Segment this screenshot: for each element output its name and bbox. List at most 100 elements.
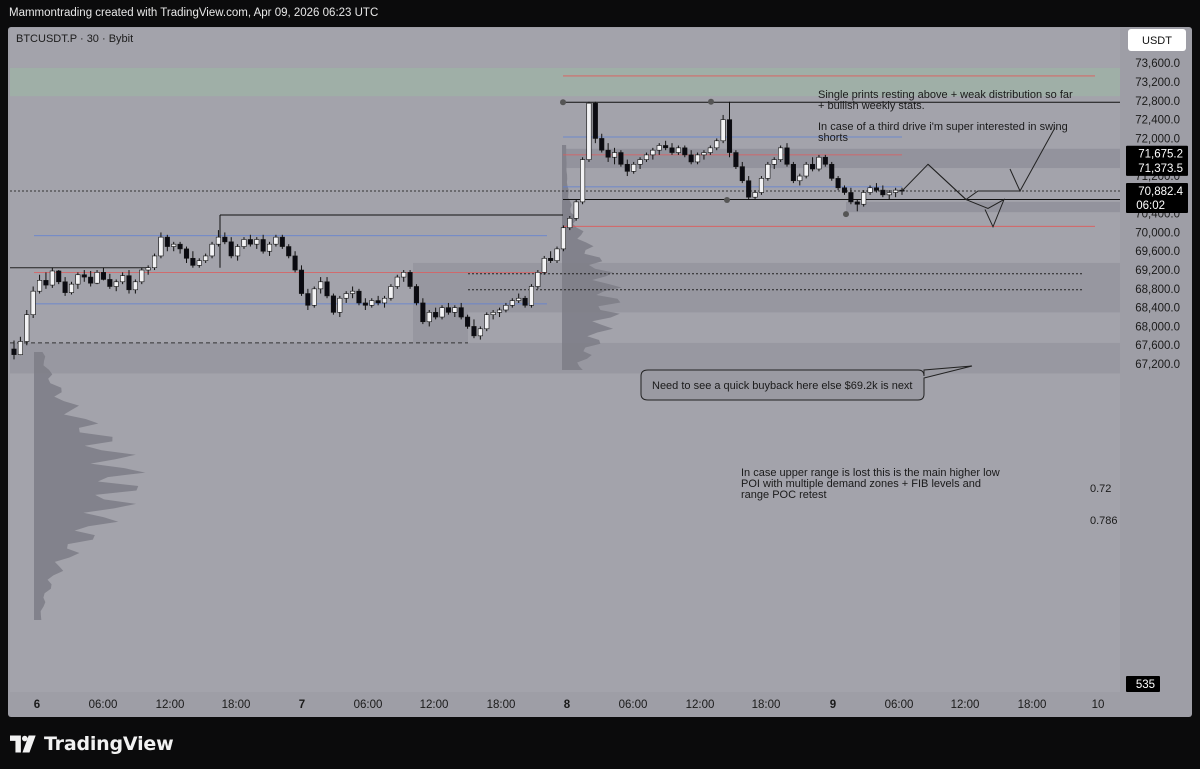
y-tick-label: 68,000.0 <box>1135 321 1180 333</box>
candle-body <box>580 159 586 203</box>
candle-body <box>458 307 464 318</box>
candle-body <box>94 272 100 284</box>
candle-body <box>714 140 720 149</box>
candle-body <box>541 257 547 273</box>
y-tick-label: 70,000.0 <box>1135 227 1180 239</box>
pivot-marker <box>843 211 849 218</box>
candle-body <box>445 307 451 313</box>
symbol-label: BTCUSDT.P · 30 · Bybit <box>16 33 133 45</box>
zone-demand <box>846 201 1120 213</box>
y-tick-label: 72,400.0 <box>1135 115 1180 127</box>
candle-body <box>139 269 145 283</box>
x-tick-label: 12:00 <box>951 699 980 711</box>
candle-body <box>43 280 49 286</box>
x-tick-label: 18:00 <box>752 699 781 711</box>
candle-body <box>816 156 822 170</box>
candle-body <box>573 201 579 219</box>
candle-body <box>873 187 879 191</box>
candle-body <box>62 281 68 293</box>
tradingview-logo-icon <box>10 735 36 753</box>
candle-body <box>637 159 643 165</box>
candle-body <box>490 312 496 315</box>
y-tick-label: 72,800.0 <box>1135 96 1180 108</box>
candle-body <box>394 276 400 287</box>
candle-body <box>605 149 611 158</box>
candle-body <box>790 163 796 182</box>
candle-body <box>30 290 36 315</box>
candle-body <box>75 274 81 285</box>
x-tick-label: 12:00 <box>686 699 715 711</box>
candle-body <box>503 304 509 311</box>
candle-body <box>599 138 605 151</box>
candle-body <box>267 243 273 252</box>
candle-body <box>778 147 784 160</box>
candle-body <box>861 192 867 205</box>
candle-body <box>509 300 515 306</box>
candle-body <box>113 281 119 287</box>
candle-body <box>37 280 43 292</box>
candle-body <box>305 293 311 306</box>
fib-0786-label: 0.786 <box>1090 515 1118 527</box>
x-tick-label: 06:00 <box>619 699 648 711</box>
x-tick-label: 6 <box>34 699 40 711</box>
candle-body <box>183 248 190 259</box>
candle-body <box>522 297 528 306</box>
note-top-line-4: shorts <box>818 132 848 144</box>
candle-body <box>618 152 624 165</box>
candle-body <box>701 152 707 156</box>
candle-body <box>611 152 618 158</box>
brand-name: TradingView <box>44 733 174 755</box>
pivot-marker <box>708 98 714 105</box>
candle-body <box>867 187 873 193</box>
note-low-line-3: range POC retest <box>741 489 827 501</box>
candle-body <box>758 178 764 193</box>
candle-body <box>132 281 138 291</box>
candle-body <box>318 281 324 290</box>
candle-body <box>88 276 94 284</box>
x-tick-label: 7 <box>299 699 305 711</box>
candle-body <box>164 236 170 247</box>
candle-body <box>254 239 260 245</box>
y-tick-label: 67,600.0 <box>1135 340 1180 352</box>
candle-body <box>100 272 106 280</box>
candle-body <box>567 218 573 229</box>
x-tick-label: 12:00 <box>420 699 449 711</box>
candle-body <box>375 300 381 304</box>
candle-body <box>279 236 285 247</box>
candle-body <box>528 286 535 306</box>
candle-body <box>209 243 215 257</box>
candle-body <box>688 154 694 163</box>
chart-svg[interactable]: Need to see a quick buyback here else $6… <box>0 0 1200 769</box>
candle-body <box>893 189 899 193</box>
candle-body <box>624 163 630 172</box>
candle-body <box>650 149 656 156</box>
candle-body <box>388 286 394 299</box>
y-tick-label: 68,800.0 <box>1135 284 1180 296</box>
candle-body <box>17 341 23 355</box>
candle-body <box>49 270 55 286</box>
candle-body <box>273 236 279 245</box>
candle-body <box>222 236 228 243</box>
candle-body <box>337 297 343 313</box>
candle-body <box>235 246 241 257</box>
x-tick-label: 8 <box>564 699 571 711</box>
candle-body <box>848 192 854 203</box>
candle-body <box>471 326 477 337</box>
candle-body <box>803 163 809 177</box>
candle-body <box>228 241 234 257</box>
candle-body <box>835 178 841 189</box>
candle-body <box>215 236 221 245</box>
candle-body <box>822 156 828 165</box>
candle-body <box>586 102 592 160</box>
candle-body <box>324 281 330 297</box>
candle-body <box>177 243 183 250</box>
candle-body <box>152 255 158 268</box>
countdown-tag: 06:02 <box>1136 200 1165 212</box>
last-price-tag: 70,882.4 <box>1138 186 1183 198</box>
candle-body <box>311 288 317 306</box>
price-tag-1: 71,675.2 <box>1138 149 1183 161</box>
candle-body <box>369 300 375 306</box>
candle-body <box>746 180 752 198</box>
candle-body <box>535 272 541 287</box>
candle-body <box>203 255 209 261</box>
